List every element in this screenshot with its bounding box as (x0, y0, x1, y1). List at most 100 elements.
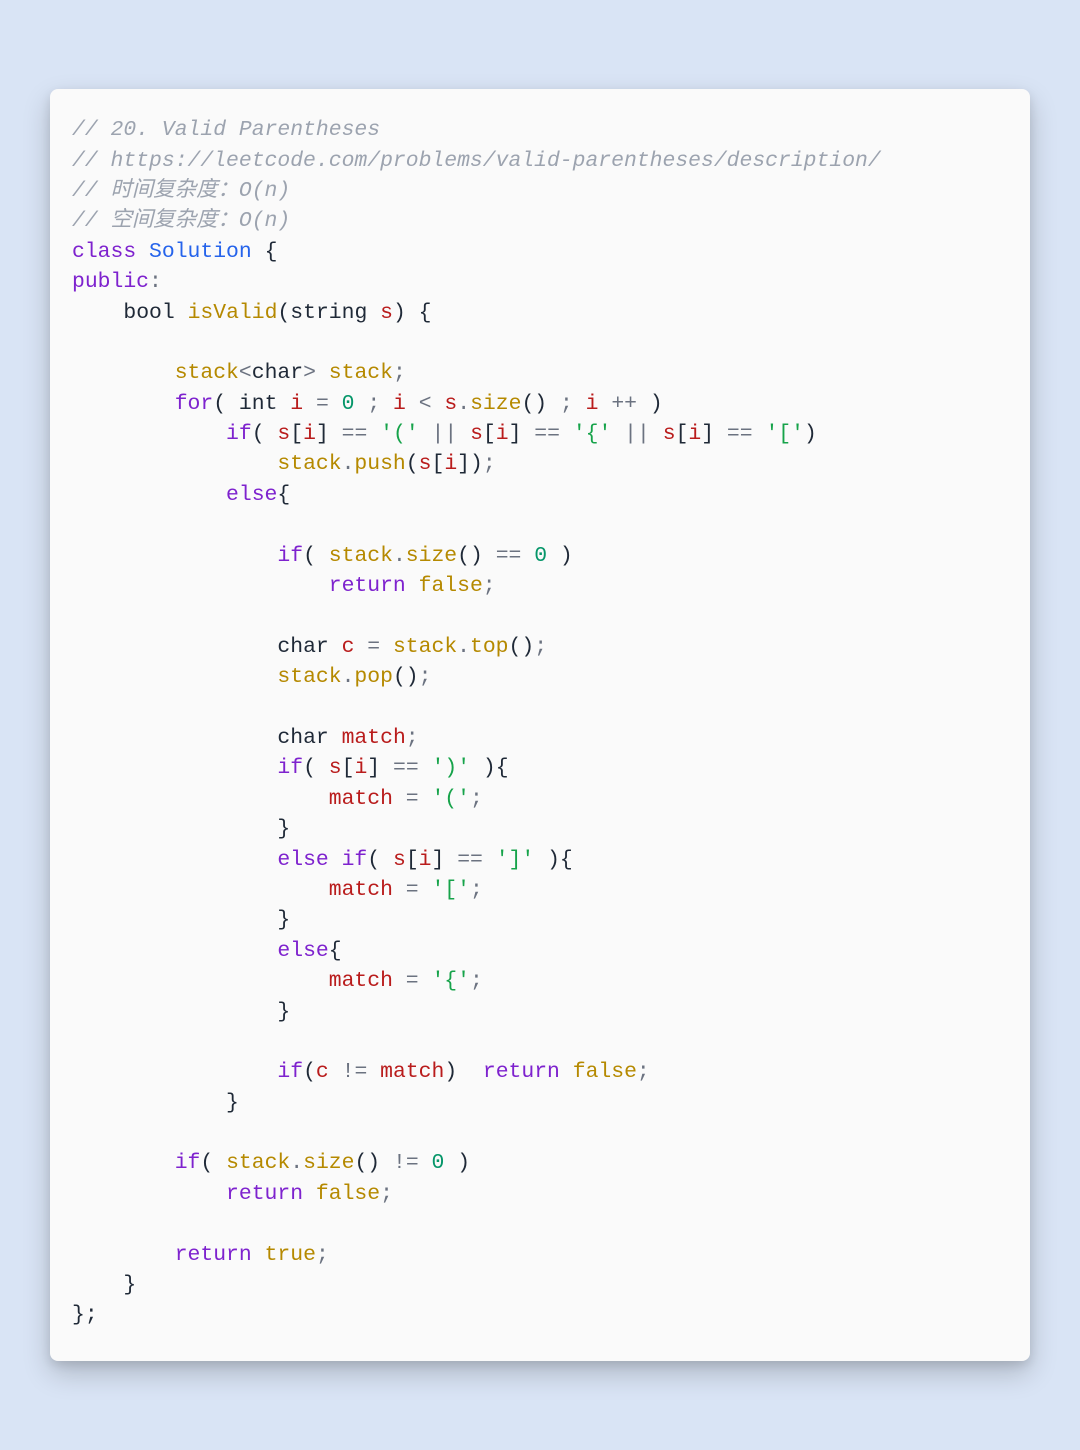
oror: || (432, 422, 458, 446)
id-stack: stack (175, 361, 239, 385)
paren: ) (483, 756, 496, 780)
brace: { (277, 483, 290, 507)
kw-if: if (277, 544, 303, 568)
dot: . (457, 635, 470, 659)
brace: { (496, 756, 509, 780)
kw-return: return (226, 1182, 303, 1206)
code-card: // 20. Valid Parentheses // https://leet… (50, 89, 1030, 1361)
code-block: // 20. Valid Parentheses // https://leet… (72, 115, 1008, 1331)
paren: ) (547, 848, 560, 872)
bracket: [ (483, 422, 496, 446)
paren: ( (367, 848, 380, 872)
var-c: c (342, 635, 355, 659)
semi: ; (483, 452, 496, 476)
bracket: ] (701, 422, 714, 446)
var-i: i (393, 392, 406, 416)
kw-if: if (175, 1151, 201, 1175)
type-int: int (239, 392, 278, 416)
var-stack: stack (277, 452, 341, 476)
fn-size: size (303, 1151, 354, 1175)
var-s: s (444, 392, 457, 416)
brace: } (226, 1091, 239, 1115)
eqeq: == (496, 544, 522, 568)
type-string: string (290, 301, 367, 325)
str-lparen: '(' (380, 422, 419, 446)
paren: ) (804, 422, 817, 446)
var-s: s (470, 422, 483, 446)
kw-if: if (342, 848, 368, 872)
var-match: match (329, 878, 393, 902)
type-bool: bool (123, 301, 174, 325)
bracket: ] (432, 848, 445, 872)
bracket: ] (367, 756, 380, 780)
fn-isvalid: isValid (188, 301, 278, 325)
semi: ; (316, 1243, 329, 1267)
var-stack: stack (393, 635, 457, 659)
paren: ( (277, 301, 290, 325)
type-char: char (277, 635, 328, 659)
bracket: ] (316, 422, 329, 446)
paren: ( (303, 756, 316, 780)
bracket: [ (342, 756, 355, 780)
paren: ( (200, 1151, 213, 1175)
var-s: s (277, 422, 290, 446)
bool-false: false (419, 574, 483, 598)
paren: ( (406, 452, 419, 476)
var-c: c (316, 1060, 329, 1084)
var-s: s (380, 301, 393, 325)
semi: ; (534, 635, 547, 659)
brace: } (123, 1273, 136, 1297)
var-stack: stack (329, 361, 393, 385)
parens: () (521, 392, 547, 416)
eq: = (316, 392, 329, 416)
dot: . (457, 392, 470, 416)
semi: ; (380, 1182, 393, 1206)
str-rparen: ')' (432, 756, 471, 780)
var-s: s (329, 756, 342, 780)
kw-for: for (175, 392, 214, 416)
num-0: 0 (432, 1151, 445, 1175)
bool-false: false (573, 1060, 637, 1084)
var-i: i (290, 392, 303, 416)
kw-else: else (277, 939, 328, 963)
var-s: s (663, 422, 676, 446)
dot: . (290, 1151, 303, 1175)
dot: . (393, 544, 406, 568)
semi: ; (637, 1060, 650, 1084)
kw-if: if (277, 1060, 303, 1084)
var-stack: stack (226, 1151, 290, 1175)
var-match: match (342, 726, 406, 750)
bracket: ] (509, 422, 522, 446)
str-rbracket: ']' (496, 848, 535, 872)
neq: != (393, 1151, 419, 1175)
paren: ) (457, 1151, 470, 1175)
paren: ) (470, 452, 483, 476)
oror: || (624, 422, 650, 446)
var-stack: stack (329, 544, 393, 568)
var-s: s (393, 848, 406, 872)
eq: = (406, 878, 419, 902)
kw-return: return (175, 1243, 252, 1267)
semi: ; (367, 392, 380, 416)
brace: { (560, 848, 573, 872)
kw-public: public (72, 270, 149, 294)
paren: ) (650, 392, 663, 416)
kw-class: class (72, 240, 136, 264)
var-match: match (329, 787, 393, 811)
semi: ; (406, 726, 419, 750)
semi: ; (470, 878, 483, 902)
paren: ) (560, 544, 573, 568)
semi: ; (560, 392, 573, 416)
comment-line-2: // https://leetcode.com/problems/valid-p… (72, 149, 881, 173)
eq: = (406, 787, 419, 811)
plusplus: ++ (611, 392, 637, 416)
paren: ( (213, 392, 226, 416)
fn-size: size (470, 392, 521, 416)
eqeq: == (457, 848, 483, 872)
fn-pop: pop (354, 665, 393, 689)
bracket: [ (290, 422, 303, 446)
parens: () (393, 665, 419, 689)
neq: != (342, 1060, 368, 1084)
bool-true: true (265, 1243, 316, 1267)
var-i: i (354, 756, 367, 780)
